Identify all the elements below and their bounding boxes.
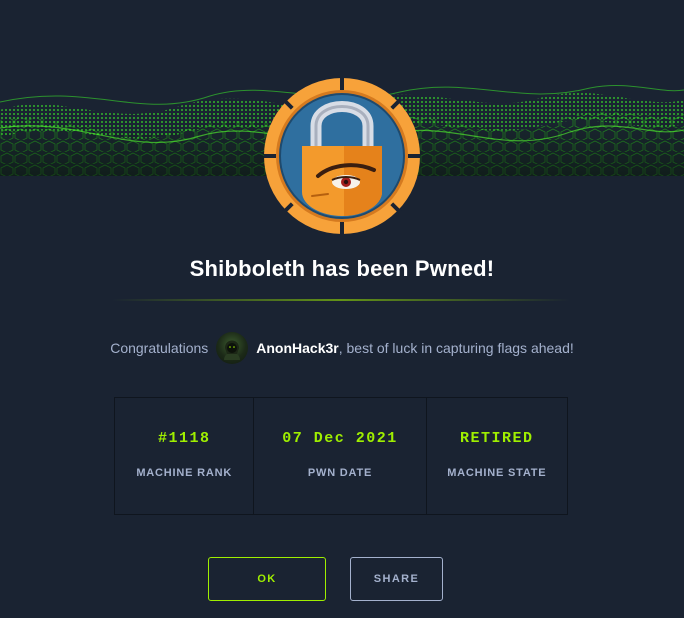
page-title: Shibboleth has been Pwned! — [189, 256, 495, 281]
congrats-prefix: Congratulations — [110, 340, 209, 356]
stat-label: MACHINE STATE — [447, 467, 547, 479]
stat-machine-state: RETIRED MACHINE STATE — [425, 398, 567, 514]
stat-label: PWN DATE — [307, 467, 373, 479]
hacker-avatar-icon[interactable] — [216, 332, 249, 364]
share-button[interactable]: SHARE — [350, 557, 443, 601]
stats-panel: #1118 MACHINE RANK 07 Dec 2021 PWN DATE … — [114, 397, 568, 515]
padlock-mascot-icon — [262, 76, 422, 236]
congrats-message: Congratulations AnonHack3r , best of luc… — [0, 332, 684, 364]
stat-label: MACHINE RANK — [136, 467, 233, 479]
ok-button[interactable]: OK — [208, 557, 326, 601]
stat-machine-rank: #1118 MACHINE RANK — [115, 398, 253, 514]
congrats-suffix: , best of luck in capturing flags ahead! — [338, 340, 574, 356]
stat-value: #1118 — [157, 430, 211, 447]
stat-value: RETIRED — [460, 430, 534, 447]
stat-pwn-date: 07 Dec 2021 PWN DATE — [253, 398, 425, 514]
stat-value: 07 Dec 2021 — [282, 430, 398, 447]
username-link[interactable]: AnonHack3r — [256, 340, 338, 356]
title-divider — [112, 299, 570, 301]
